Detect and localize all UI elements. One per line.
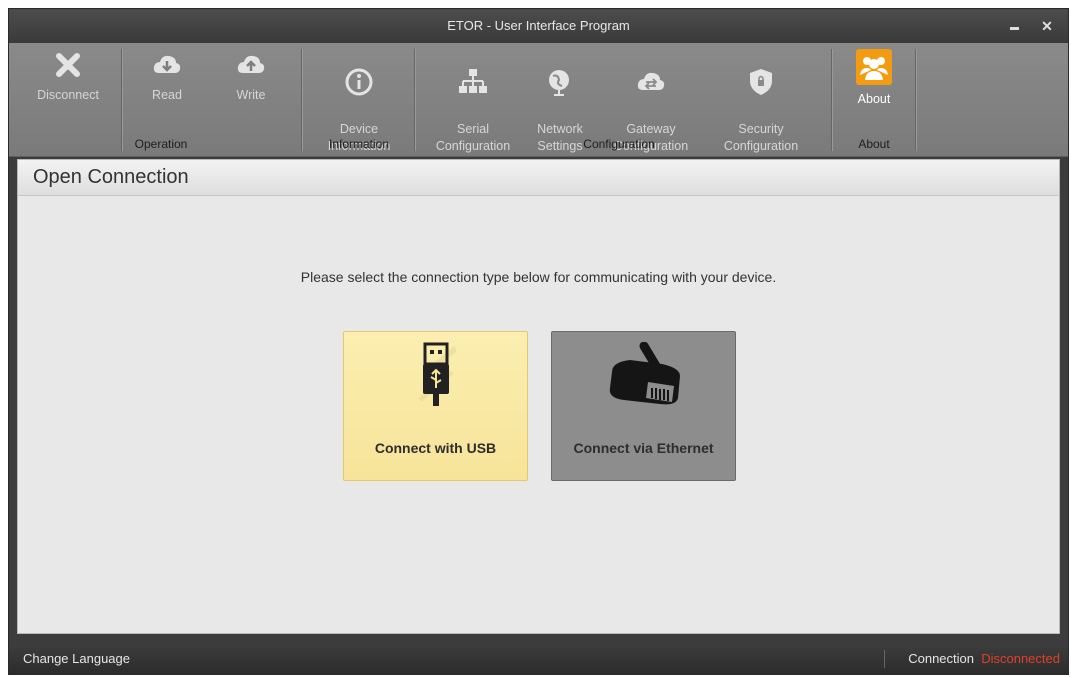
connect-ethernet-button[interactable]: Connect via Ethernet (551, 331, 736, 481)
disconnect-label: Disconnect (37, 88, 99, 102)
ribbon-separator (414, 49, 415, 151)
users-icon (856, 49, 892, 85)
usb-icon (418, 342, 456, 406)
window-title: ETOR - User Interface Program (447, 18, 630, 33)
read-button[interactable]: Read (129, 49, 205, 104)
group-label-about: About (858, 137, 890, 151)
usb-label: Connect with USB (374, 440, 497, 456)
ribbon-separator (301, 49, 302, 151)
cloud-upload-icon (237, 55, 265, 73)
network-tree-icon (459, 69, 487, 93)
close-button[interactable]: ✕ (1038, 18, 1056, 34)
ribbon-separator (915, 49, 916, 151)
connection-status-value: Disconnected (981, 651, 1060, 666)
minimize-button[interactable] (1006, 18, 1024, 34)
ribbon-toolbar: Disconnect Read Write Operation Device I… (9, 43, 1068, 157)
status-bar: Change Language Connection Disconnected (9, 644, 1068, 674)
gateway-icon (637, 72, 665, 90)
connection-status-label: Connection (908, 651, 974, 666)
connection-prompt: Please select the connection type below … (300, 269, 777, 285)
about-button[interactable]: About (837, 49, 911, 108)
write-button[interactable]: Write (213, 49, 289, 104)
write-label: Write (236, 88, 266, 102)
status-separator (884, 650, 885, 668)
panel-title: Open Connection (18, 160, 1059, 196)
ethernet-icon (609, 342, 680, 405)
title-bar: ETOR - User Interface Program ✕ (9, 9, 1068, 43)
group-label-operation: Operation (134, 137, 188, 151)
change-language-link[interactable]: Change Language (23, 644, 130, 674)
disconnect-button[interactable]: Disconnect (23, 49, 113, 104)
connect-usb-button[interactable]: Connect with USB (343, 331, 528, 481)
cloud-download-icon (153, 55, 181, 73)
read-label: Read (152, 88, 182, 102)
group-label-information: Information (328, 137, 390, 151)
group-label-configuration: Configuration (583, 137, 655, 151)
x-icon (56, 53, 80, 77)
ethernet-label: Connect via Ethernet (573, 440, 714, 456)
globe-icon (549, 70, 569, 96)
about-label: About (857, 92, 891, 106)
info-icon (345, 68, 373, 96)
ribbon-separator (831, 49, 832, 151)
content-panel: Open Connection Please select the connec… (17, 159, 1060, 634)
shield-icon (750, 69, 772, 95)
app-window: ETOR - User Interface Program ✕ Disconne… (8, 8, 1069, 675)
